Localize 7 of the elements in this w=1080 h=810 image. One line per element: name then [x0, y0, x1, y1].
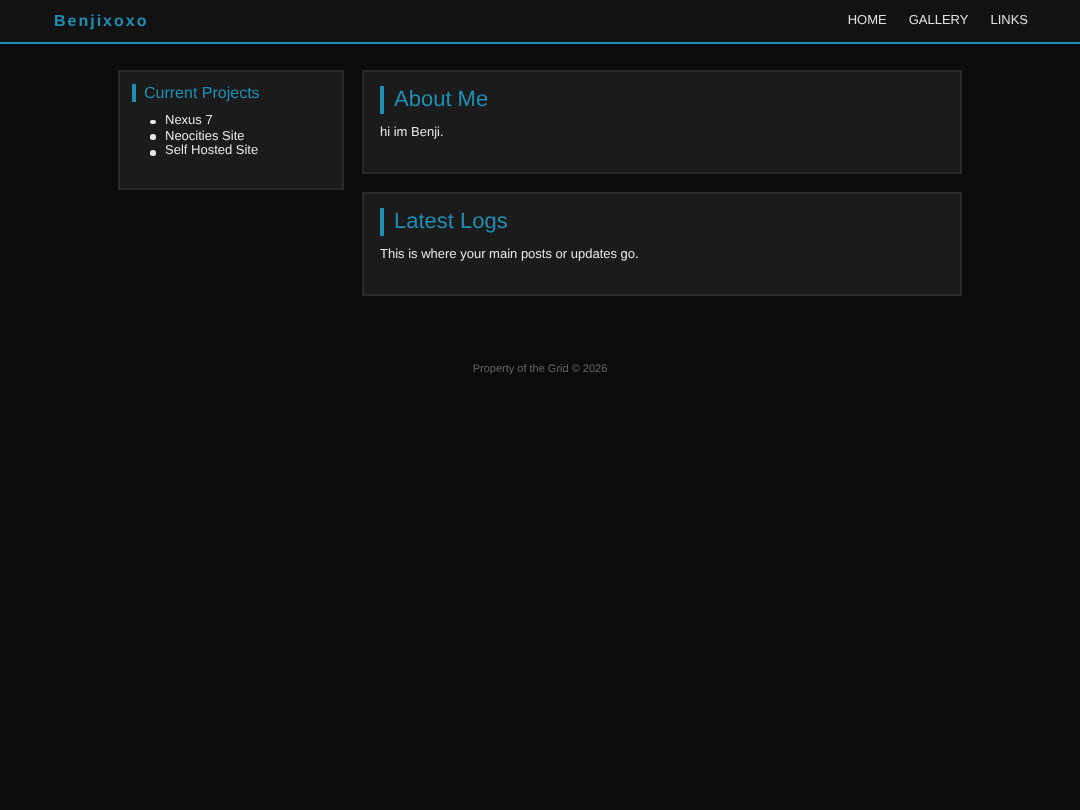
bullet-icon [150, 150, 155, 155]
bullet-icon [150, 119, 155, 125]
section-title: Latest Logs [380, 208, 944, 236]
site-logo[interactable]: Benjixoxo [54, 12, 149, 30]
section-title: About Me [380, 86, 944, 114]
sidebar-title: Current Projects [132, 84, 330, 102]
bullet-icon [150, 134, 155, 140]
